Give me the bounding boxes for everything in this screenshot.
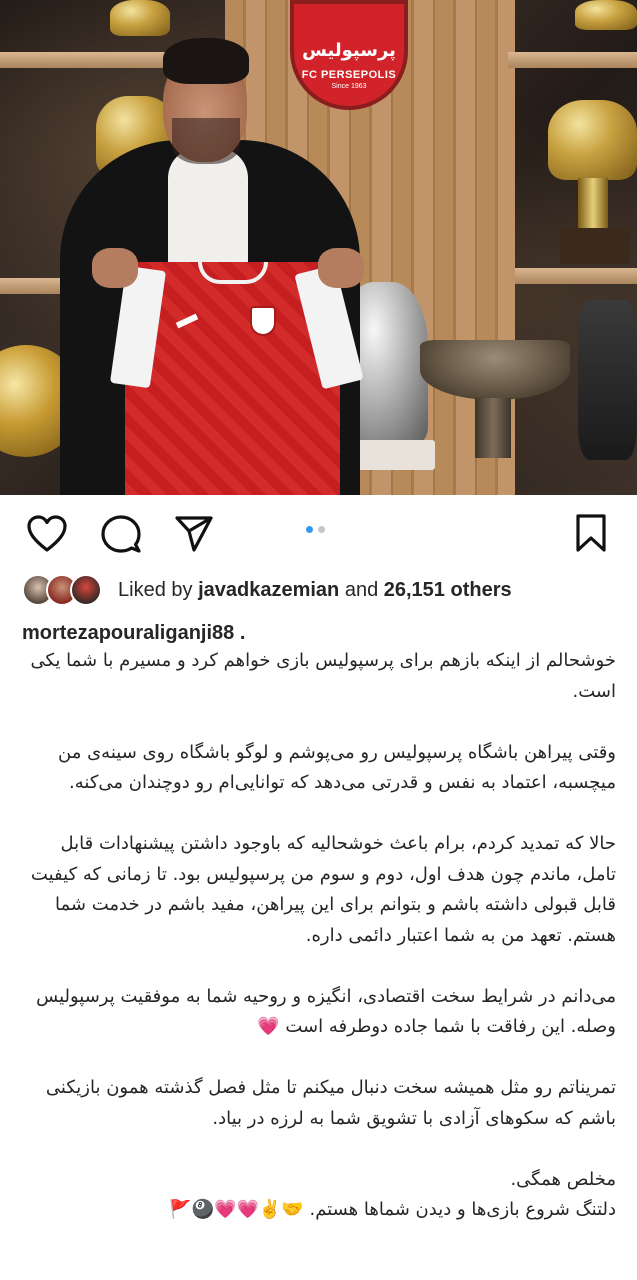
author-username[interactable]: mortezapouraliganji88 . [22,622,245,645]
person-shirt [168,148,248,268]
liked-by-username[interactable]: javadkazemian [198,579,339,601]
likes-middle: and [339,579,384,601]
comment-bubble-icon[interactable] [100,514,142,554]
caption-paragraph-1: خوشحالم از اینکه بازهم برای پرسپولیس باز… [30,650,616,702]
caption-paragraph-2: وقتی پیراهن باشگاه پرسپولیس رو می‌پوشم و… [58,741,616,794]
bookmark-outline-icon[interactable] [573,513,609,553]
caption-paragraph-6: مخلص همگی. دلتنگ شروع بازی‌ها و دیدن شما… [22,1165,616,1226]
carousel-dot-2 [318,526,325,533]
trophy-right-cup [548,100,637,180]
crest-since: Since 1963 [331,83,367,90]
caption-paragraph-3: حالا که تمدید کردم، برام باعث خوشحالیه ک… [30,833,616,946]
caption-paragraph-5: تمریناتم رو مثل همیشه سخت دنبال میکنم تا… [45,1077,616,1129]
bowl-trophy [420,340,570,400]
crest-title-en: FC PERSEPOLIS [301,69,397,81]
avatar [70,574,102,606]
trophy-bottom-right [578,300,637,460]
shelf-right-top [508,52,637,68]
likes-summary[interactable]: Liked by javadkazemian and 26,151 others [118,579,512,602]
person-hair [163,38,249,84]
caption-last-line: دلتنگ شروع بازی‌ها و دیدن شماها هستم. 🤝✌… [169,1199,616,1220]
person-hand-right [318,248,364,288]
shelf-right-mid [515,268,637,284]
liked-by-avatars[interactable] [22,574,104,606]
caption-paragraph-4: می‌دانم در شرایط سخت اقتصادی، انگیزه و ر… [36,985,616,1038]
caption-signoff: مخلص همگی. [510,1168,616,1190]
post-photo[interactable]: پرسپولیس FC PERSEPOLIS Since 1963 [0,0,637,495]
person-hand-left [92,248,138,288]
trophy-right-base [560,228,630,264]
trophy-top-right [575,0,637,30]
paper-plane-icon[interactable] [173,514,215,554]
heart-outline-icon[interactable] [26,514,68,554]
trophy-right-stem [578,178,608,228]
likes-prefix: Liked by [118,579,199,601]
trophy-top-left [110,0,170,36]
carousel-dot-1 [306,526,313,533]
jersey-club-badge [250,306,276,336]
post-caption: خوشحالم از اینکه بازهم برای پرسپولیس باز… [22,646,616,1226]
jersey-collar [198,262,268,284]
person-beard [172,118,240,164]
carousel-indicator [306,526,325,533]
crest-title-fa: پرسپولیس [302,40,396,60]
likes-count[interactable]: 26,151 others [384,579,512,601]
bowl-trophy-stem [475,398,511,458]
